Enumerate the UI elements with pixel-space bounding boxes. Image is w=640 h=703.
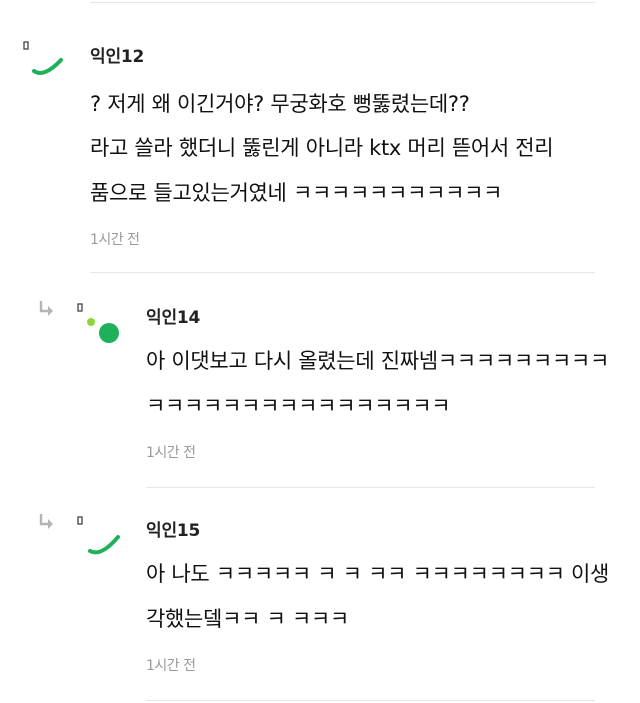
comment-text-line: 각했는뎈ㅋㅋ ㅋ ㅋㅋㅋ: [146, 607, 349, 631]
avatar-icon: [77, 516, 120, 555]
comment-author[interactable]: 익인15: [146, 516, 200, 541]
reply-item: 익인15 아 나도 ㅋㅋㅋㅋㅋ ㅋ ㅋ ㅋㅋ ㅋㅋㅋㅋㅋㅋㅋㅋ 이생 각했는뎈ㅋ…: [0, 0, 640, 703]
comment-timestamp: 1시간 전: [146, 658, 196, 674]
comment-text-line: 아 나도 ㅋㅋㅋㅋㅋ ㅋ ㅋ ㅋㅋ ㅋㅋㅋㅋㅋㅋㅋㅋ 이생: [146, 562, 610, 586]
reply-arrow-icon: [38, 513, 56, 535]
comment-divider: [146, 700, 595, 701]
avatar[interactable]: [74, 513, 120, 557]
